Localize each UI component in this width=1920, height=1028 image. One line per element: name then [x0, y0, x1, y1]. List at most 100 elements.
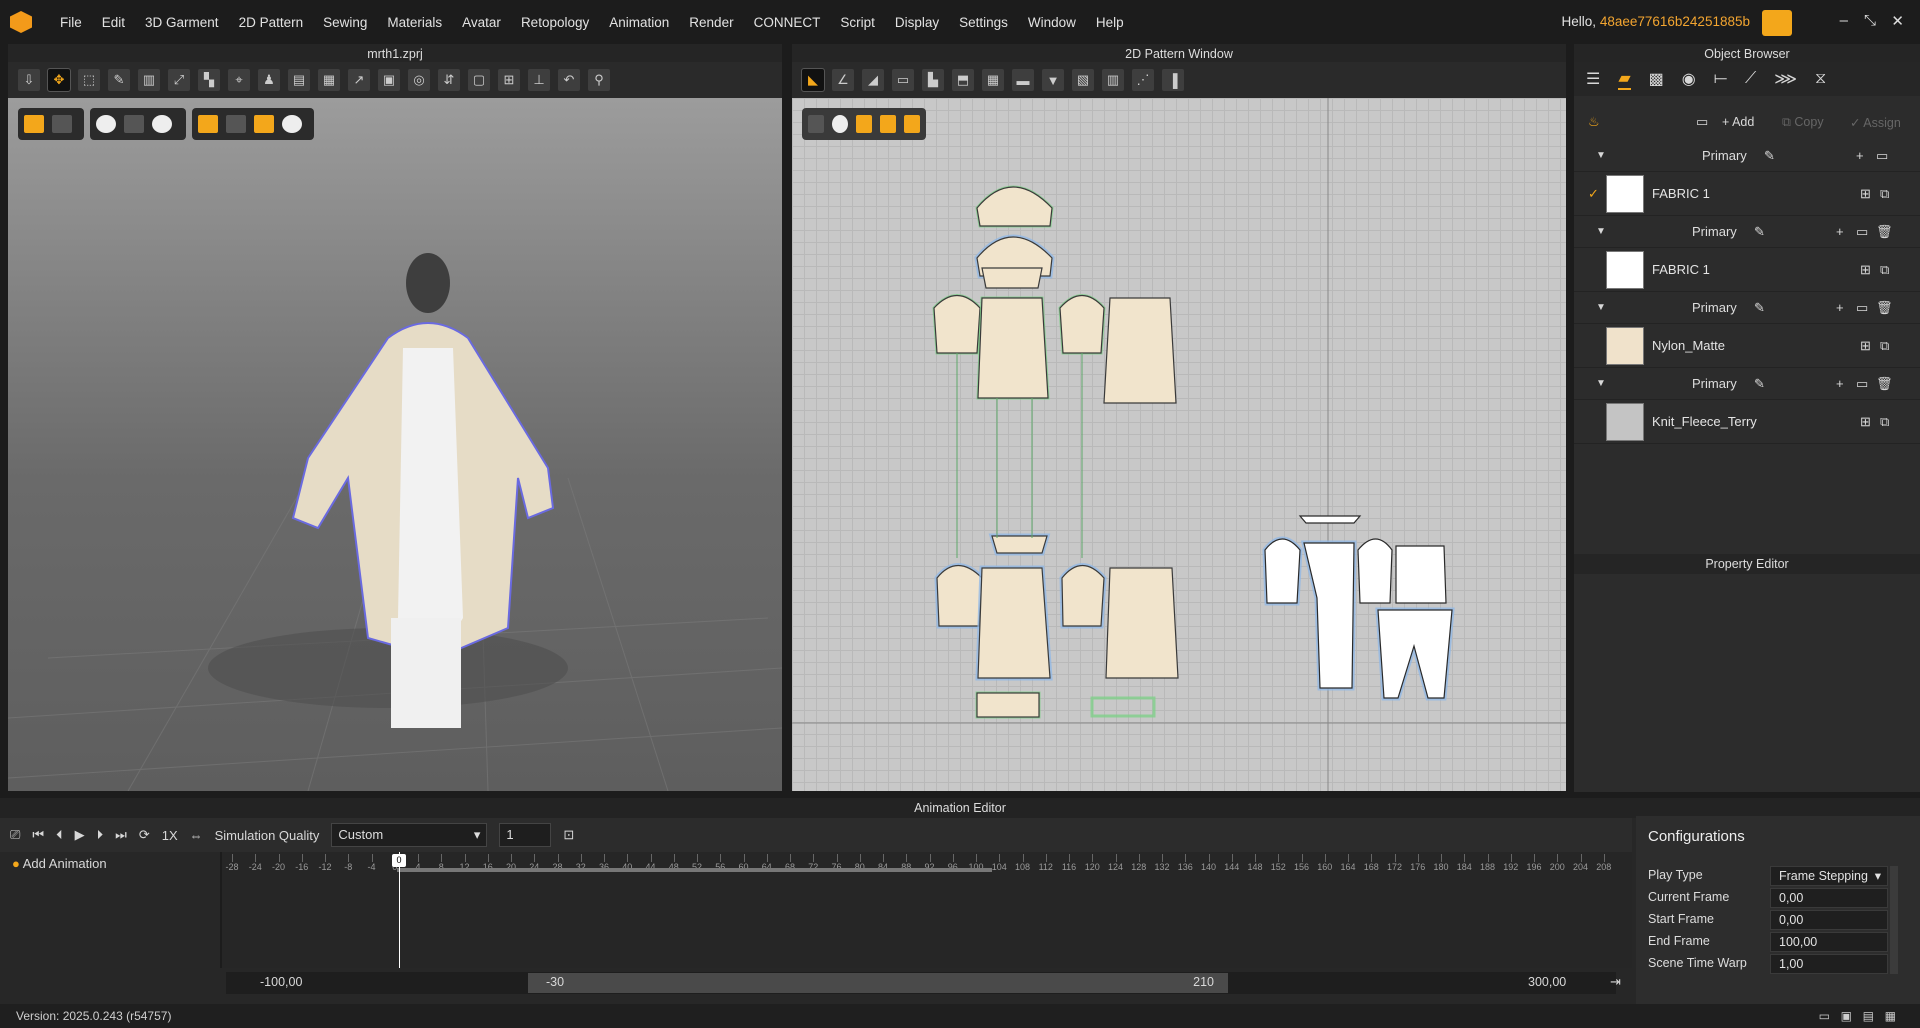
- add-icon[interactable]: +: [1836, 300, 1844, 315]
- list-icon[interactable]: ☰: [1586, 69, 1600, 89]
- zipper-icon[interactable]: ⇵: [438, 69, 460, 91]
- checker-icon[interactable]: ▩: [1649, 69, 1664, 89]
- polygon-icon[interactable]: ◢: [862, 69, 884, 91]
- folder-icon[interactable]: ▭: [1856, 224, 1868, 240]
- line-tool-icon[interactable]: ⟋: [1745, 70, 1756, 88]
- menu-2d-pattern[interactable]: 2D Pattern: [229, 15, 314, 30]
- folder-add-icon[interactable]: ▭: [1696, 114, 1708, 130]
- step-back-icon[interactable]: ⏴: [56, 827, 63, 843]
- delete-icon[interactable]: 🗑: [1876, 376, 1893, 392]
- collapse-icon[interactable]: ▼: [1596, 150, 1606, 161]
- tack-icon[interactable]: ⤢: [168, 69, 190, 91]
- sim-quality-select[interactable]: Custom ▾: [331, 823, 488, 847]
- pattern-shirt-icon[interactable]: ▼: [1042, 69, 1064, 91]
- duplicate-icon[interactable]: ⧉: [1880, 186, 1889, 202]
- menu-sewing[interactable]: Sewing: [313, 15, 377, 30]
- collapse-icon[interactable]: ▼: [1596, 302, 1606, 313]
- minimize-icon[interactable]: –: [1840, 12, 1848, 29]
- fold-pattern-icon[interactable]: ▬: [1012, 69, 1034, 91]
- fit-range-icon[interactable]: ⇥: [1610, 974, 1621, 990]
- fabric-group-row[interactable]: ▼ Primary ✎ + ▭ 🗑: [1574, 216, 1920, 248]
- menu-help[interactable]: Help: [1086, 15, 1134, 30]
- close-icon[interactable]: ✕: [1891, 12, 1904, 30]
- dashed-line-icon[interactable]: ⋰: [1132, 69, 1154, 91]
- menu-render[interactable]: Render: [679, 15, 743, 30]
- ruler-icon[interactable]: ▐: [1162, 69, 1184, 91]
- trim-icon[interactable]: ⋙: [1774, 69, 1797, 89]
- timeline[interactable]: -28 -24 -20 -16 -12 -8 -4 0 4 8 12 16 20 24 28 32 36 40 44…: [222, 852, 1632, 968]
- pattern-icon[interactable]: ⊞: [1860, 262, 1871, 278]
- pattern-icon[interactable]: ⊞: [1860, 338, 1871, 354]
- menu-script[interactable]: Script: [830, 15, 885, 30]
- layout-icon[interactable]: ▭: [1819, 1004, 1830, 1028]
- pattern-icon[interactable]: ⊞: [1860, 186, 1871, 202]
- view-split-icon[interactable]: ▤: [1863, 1004, 1874, 1028]
- column-icon[interactable]: ▥: [1102, 69, 1124, 91]
- play-type-select[interactable]: Frame Stepping ▾: [1770, 866, 1888, 886]
- material-icon[interactable]: ♨: [1588, 114, 1600, 130]
- folder-icon[interactable]: ▭: [1856, 300, 1868, 316]
- pleat-icon[interactable]: ▧: [1072, 69, 1094, 91]
- arrow-tool-icon[interactable]: ↗: [348, 69, 370, 91]
- undo-curve-icon[interactable]: ↶: [558, 69, 580, 91]
- edit-pattern-icon[interactable]: ∠: [832, 69, 854, 91]
- fold-icon[interactable]: ▚: [198, 69, 220, 91]
- pattern-canvas[interactable]: [792, 98, 1566, 791]
- fabric-group-row[interactable]: ▼ Primary ✎ + ▭: [1574, 140, 1920, 172]
- duplicate-icon[interactable]: ⧉: [1880, 338, 1889, 354]
- step-forward-icon[interactable]: ⏵: [97, 827, 104, 843]
- collapse-icon[interactable]: ▼: [1596, 226, 1606, 237]
- transform-tool-icon[interactable]: ✥: [47, 68, 71, 92]
- add-icon[interactable]: +: [1836, 376, 1844, 391]
- step-stepper[interactable]: 1: [499, 823, 552, 847]
- measure-icon[interactable]: ▤: [288, 69, 310, 91]
- fabric-group-row[interactable]: ▼ Primary ✎ + ▭ 🗑: [1574, 292, 1920, 324]
- add-icon[interactable]: +: [1856, 148, 1864, 163]
- config-scrollbar[interactable]: [1890, 866, 1898, 974]
- move-down-icon[interactable]: ⇩: [18, 69, 40, 91]
- add-animation-button[interactable]: ● Add Animation: [12, 856, 107, 871]
- copy-button[interactable]: ⧉ Copy: [1782, 115, 1824, 130]
- time-warp-field[interactable]: 1,00: [1770, 954, 1888, 974]
- fabric-group-row[interactable]: ▼ Primary ✎ + ▭ 🗑: [1574, 368, 1920, 400]
- user-badge-icon[interactable]: [1762, 10, 1792, 36]
- fabric-item[interactable]: FABRIC 1 ⊞ ⧉: [1574, 248, 1920, 292]
- capture-icon[interactable]: ⊡: [563, 827, 574, 843]
- pattern-transform-icon[interactable]: ◣: [801, 68, 825, 92]
- stitch-icon[interactable]: ⊞: [498, 69, 520, 91]
- record-icon[interactable]: ⇔: [190, 828, 203, 843]
- playhead[interactable]: [399, 852, 400, 968]
- avatar-measure-icon[interactable]: ⧖: [1815, 70, 1826, 88]
- playhead-marker[interactable]: 0: [392, 854, 406, 867]
- range-min[interactable]: -100,00: [260, 975, 302, 989]
- target-icon[interactable]: ◎: [408, 69, 430, 91]
- start-frame-field[interactable]: 0,00: [1770, 910, 1888, 930]
- menu-materials[interactable]: Materials: [377, 15, 452, 30]
- pattern-grid-icon[interactable]: ▦: [982, 69, 1004, 91]
- fabric-tab-icon[interactable]: ▰: [1618, 68, 1631, 90]
- menu-edit[interactable]: Edit: [92, 15, 135, 30]
- pattern-icon[interactable]: ⊞: [1860, 414, 1871, 430]
- menu-window[interactable]: Window: [1018, 15, 1086, 30]
- folder-icon[interactable]: ▭: [1876, 148, 1888, 164]
- restore-icon[interactable]: ⤡: [1864, 12, 1876, 29]
- viewport3d-canvas[interactable]: [8, 98, 782, 791]
- delete-icon[interactable]: 🗑: [1876, 224, 1893, 240]
- timeline-range-bar[interactable]: [397, 868, 992, 872]
- menu-connect[interactable]: CONNECT: [744, 15, 831, 30]
- brush-icon[interactable]: ✎: [108, 69, 130, 91]
- pin-icon[interactable]: ⌖: [228, 69, 250, 91]
- add-button[interactable]: + Add: [1722, 115, 1754, 129]
- play-icon[interactable]: ▶: [75, 827, 85, 843]
- topstitch-icon[interactable]: ⟝: [1714, 70, 1727, 88]
- loop-icon[interactable]: ⟳: [139, 827, 150, 843]
- view-3d-icon[interactable]: ▣: [1841, 1004, 1852, 1028]
- fabric-item[interactable]: Nylon_Matte ⊞ ⧉: [1574, 324, 1920, 368]
- menu-animation[interactable]: Animation: [599, 15, 679, 30]
- menu-display[interactable]: Display: [885, 15, 949, 30]
- current-frame-field[interactable]: 0,00: [1770, 888, 1888, 908]
- assign-button[interactable]: ✓ Assign: [1850, 115, 1901, 130]
- edit-icon[interactable]: ✎: [1754, 376, 1765, 392]
- internal-shape-icon[interactable]: ▙: [922, 69, 944, 91]
- select-mesh-icon[interactable]: ⬚: [78, 69, 100, 91]
